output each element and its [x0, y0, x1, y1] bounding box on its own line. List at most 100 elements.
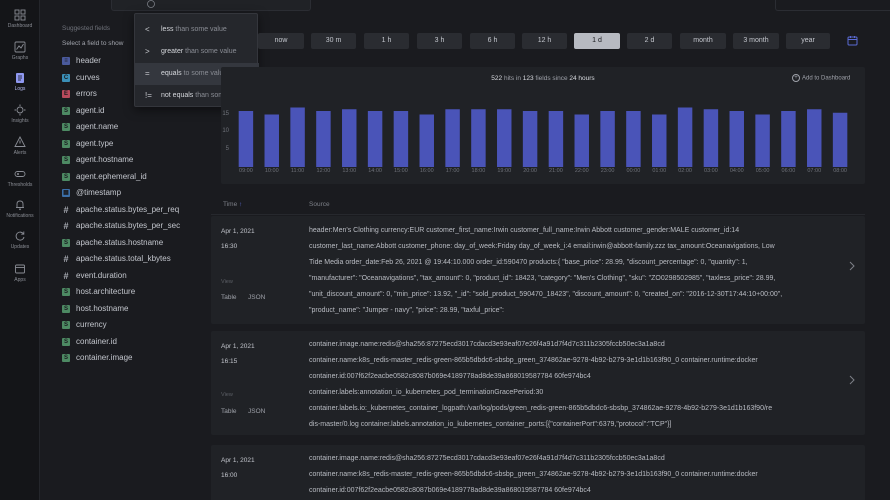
histogram-bar[interactable] [264, 114, 279, 168]
time-range-button[interactable]: 1 d [574, 33, 620, 49]
field-item[interactable]: Shost.architecture [62, 287, 212, 300]
field-item[interactable]: Scurrency [62, 320, 212, 333]
histogram-bar[interactable] [445, 109, 460, 167]
x-tick-label: 05:00 [755, 168, 770, 174]
time-range-button[interactable]: 30 m [311, 33, 356, 49]
field-item[interactable]: Sagent.type [62, 139, 212, 152]
nav-item-thresholds[interactable]: Thresholds [0, 168, 40, 202]
field-name: agent.ephemeral_id [76, 171, 147, 181]
nav-item-apps[interactable]: Apps [0, 263, 40, 297]
field-item[interactable]: Sagent.id [62, 106, 212, 119]
json-view-tab[interactable]: JSON [248, 408, 265, 415]
field-item[interactable]: # apache.status.bytes_per_req [62, 205, 212, 218]
time-range-button[interactable]: 1 h [364, 33, 409, 49]
field-item[interactable]: Sagent.name [62, 122, 212, 135]
x-tick-label: 11:00 [290, 168, 305, 174]
time-range-button[interactable]: now [258, 33, 304, 49]
field-item[interactable]: Scontainer.id [62, 337, 212, 350]
histogram-bar[interactable] [755, 114, 770, 168]
field-item[interactable]: ▦ @timestamp [62, 188, 212, 201]
nav-item-graphs[interactable]: Graphs [0, 41, 40, 75]
string-type-icon: S [62, 288, 70, 296]
nav-item-label: Dashboard [7, 23, 33, 29]
operator-rest: than some value [173, 26, 227, 33]
histogram-bar[interactable] [729, 111, 744, 167]
nav-item-logs[interactable]: Logs [0, 72, 40, 106]
search-bar[interactable] [111, 0, 311, 11]
histogram-bar[interactable] [316, 111, 331, 167]
field-item[interactable]: Shost.hostname [62, 304, 212, 317]
table-view-tab[interactable]: Table [221, 408, 237, 415]
table-view-tab[interactable]: Table [221, 294, 237, 301]
log-row[interactable]: Apr 1, 2021 16:30 View Table JSON header:Men'… [211, 216, 865, 324]
time-range-button[interactable]: month [680, 33, 726, 49]
field-item[interactable]: # event.duration [62, 271, 212, 284]
histogram-bar[interactable] [393, 111, 409, 167]
field-name: apache.status.hostname [76, 237, 164, 247]
field-name: apache.status.bytes_per_sec [76, 221, 181, 230]
operator-option[interactable]: > greater than some value [135, 41, 259, 63]
row-source: container.image.name:redis@sha256:87275e… [309, 451, 829, 499]
time-range-button[interactable]: year [786, 33, 830, 49]
time-range-button[interactable]: 12 h [522, 33, 567, 49]
chevron-right-icon[interactable] [848, 261, 856, 271]
x-tick-label: 04:00 [729, 168, 744, 174]
nav-item-label: Updates [10, 244, 30, 250]
time-range-button[interactable]: 3 h [417, 33, 462, 49]
histogram-bar[interactable] [626, 111, 641, 167]
histogram-bar[interactable] [652, 114, 667, 168]
x-tick-label: 10:00 [264, 168, 279, 174]
chevron-right-icon[interactable] [848, 375, 856, 385]
histogram-bar[interactable] [367, 111, 383, 167]
alerts-icon [14, 136, 26, 147]
nav-item-updates[interactable]: Updates [0, 230, 40, 264]
histogram-bar[interactable] [600, 111, 615, 167]
histogram-bar[interactable] [807, 109, 822, 167]
histogram-bar[interactable] [677, 107, 693, 168]
field-item[interactable]: Scontainer.image [62, 353, 212, 366]
x-tick-label: 15:00 [394, 168, 408, 174]
histogram-bar[interactable] [548, 111, 564, 167]
field-item[interactable]: Sagent.hostname [62, 155, 212, 168]
row-time: 16:30 [221, 243, 238, 250]
field-item[interactable]: Sapache.status.hostname [62, 238, 212, 251]
string-type-icon: S [62, 156, 70, 164]
time-range-button[interactable]: 3 month [733, 33, 779, 49]
nav-item-label: Thresholds [7, 182, 33, 188]
left-nav: Dashboard Graphs Logs Insights Alerts Thresho… [0, 0, 40, 500]
log-row[interactable]: Apr 1, 2021 16:00 container.image.name:red… [211, 445, 865, 500]
time-range-button[interactable]: 6 h [470, 33, 515, 49]
histogram-bar[interactable] [781, 111, 796, 167]
histogram-bar[interactable] [290, 107, 305, 168]
row-source: container.image.name:redis@sha256:87275e… [309, 337, 829, 432]
histogram-bar[interactable] [522, 111, 538, 167]
histogram-bar[interactable] [342, 109, 357, 167]
field-name: event.duration [76, 270, 127, 280]
operator-option[interactable]: < less than some value [135, 19, 259, 41]
source-line: "unit_discount_amount": 0, "min_price": … [309, 290, 783, 298]
add-to-dashboard-button[interactable]: + Add to Dashboard [792, 74, 850, 82]
histogram-bar[interactable] [703, 109, 719, 167]
histogram-bar[interactable] [471, 109, 486, 167]
nav-item-notifications[interactable]: Notifications [0, 199, 40, 233]
field-name: currency [76, 320, 107, 329]
calendar-icon[interactable] [847, 35, 858, 46]
field-item[interactable]: # apache.status.bytes_per_sec [62, 221, 212, 234]
nav-item-alerts[interactable]: Alerts [0, 136, 40, 170]
nav-item-insights[interactable]: Insights [0, 104, 40, 138]
histogram-bar[interactable] [238, 111, 254, 167]
field-item[interactable]: # apache.status.total_kbytes [62, 254, 212, 267]
histogram-bar[interactable] [497, 109, 512, 167]
histogram-bar[interactable] [574, 114, 589, 168]
time-range-button[interactable]: 2 d [627, 33, 672, 49]
top-right-control[interactable] [775, 0, 890, 11]
log-row[interactable]: Apr 1, 2021 16:15 View Table JSON container.i… [211, 331, 865, 435]
time-column-header[interactable]: Time ↑ [223, 201, 242, 208]
histogram-bar[interactable] [832, 112, 848, 167]
field-item[interactable]: Sagent.ephemeral_id [62, 172, 212, 185]
histogram-bar[interactable] [419, 114, 434, 168]
field-name: agent.name [76, 122, 119, 131]
updates-icon [15, 231, 25, 241]
nav-item-dashboard[interactable]: Dashboard [0, 9, 40, 43]
json-view-tab[interactable]: JSON [248, 294, 265, 301]
